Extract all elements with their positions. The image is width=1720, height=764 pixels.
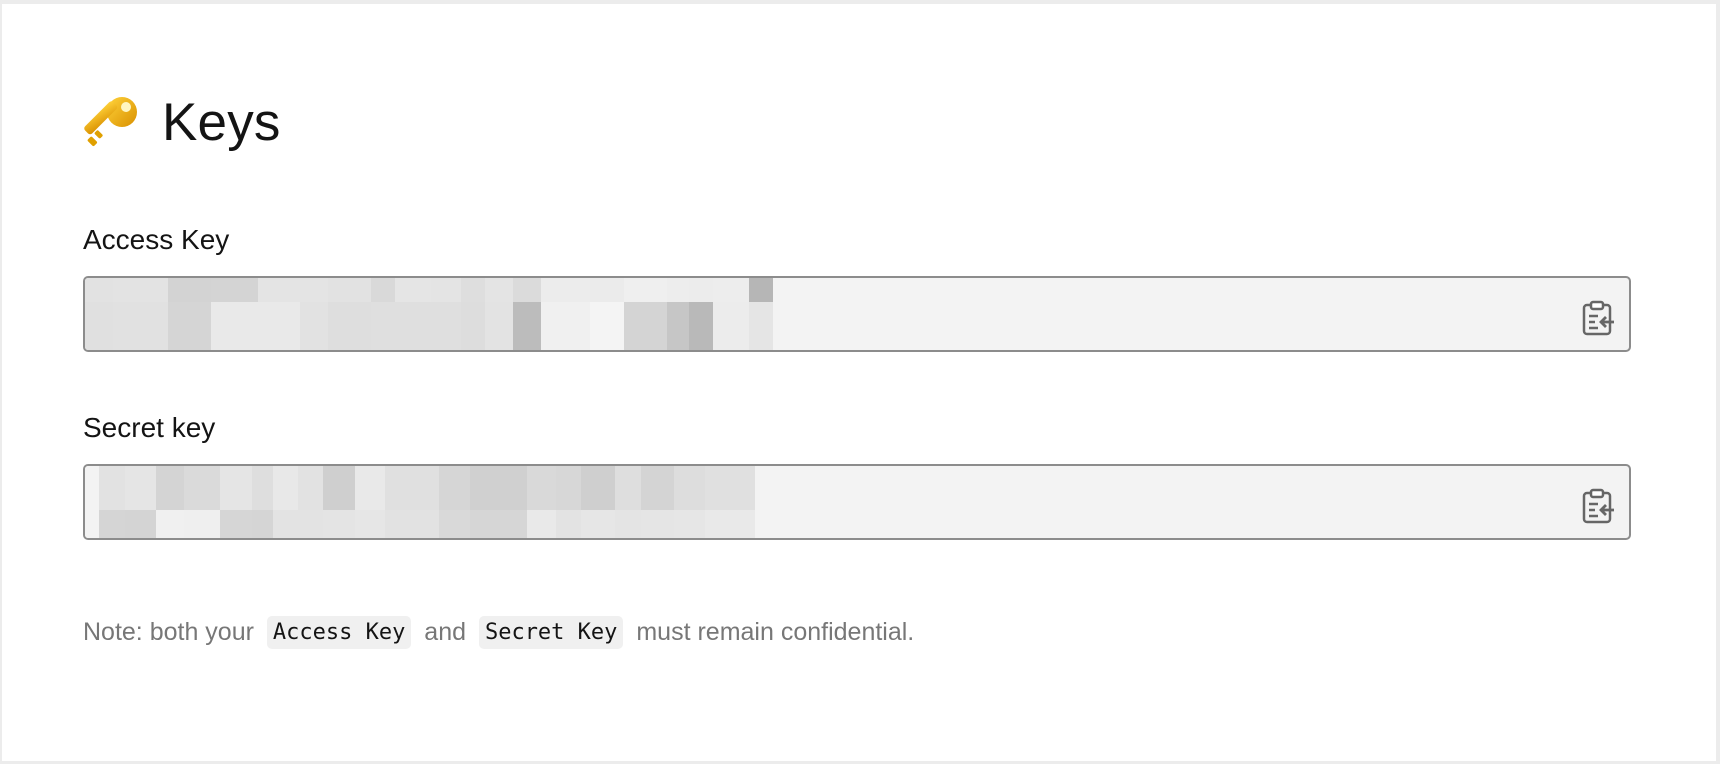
note-suffix: must remain confidential. [629, 618, 915, 646]
confidentiality-note: Note: both your Access Key and Secret Ke… [83, 616, 914, 649]
secret-key-copy-button[interactable] [1581, 488, 1615, 524]
note-prefix: Note: both your [83, 618, 261, 646]
access-key-copy-button[interactable] [1581, 300, 1615, 336]
title-row: Keys [82, 88, 281, 156]
keys-card: Keys Access Key Secret key Note: both yo… [2, 4, 1716, 761]
access-key-masked-value [85, 278, 788, 350]
page-title: Keys [162, 92, 281, 152]
access-key-code: Access Key [266, 616, 412, 649]
secret-key-masked-value [85, 466, 805, 538]
note-middle: and [417, 618, 473, 646]
access-key-field[interactable] [83, 276, 1631, 352]
secret-key-label: Secret key [83, 412, 216, 443]
key-icon [84, 97, 137, 147]
access-key-label: Access Key [83, 224, 230, 255]
secret-key-field[interactable] [83, 464, 1631, 540]
secret-key-code: Secret Key [478, 616, 624, 649]
